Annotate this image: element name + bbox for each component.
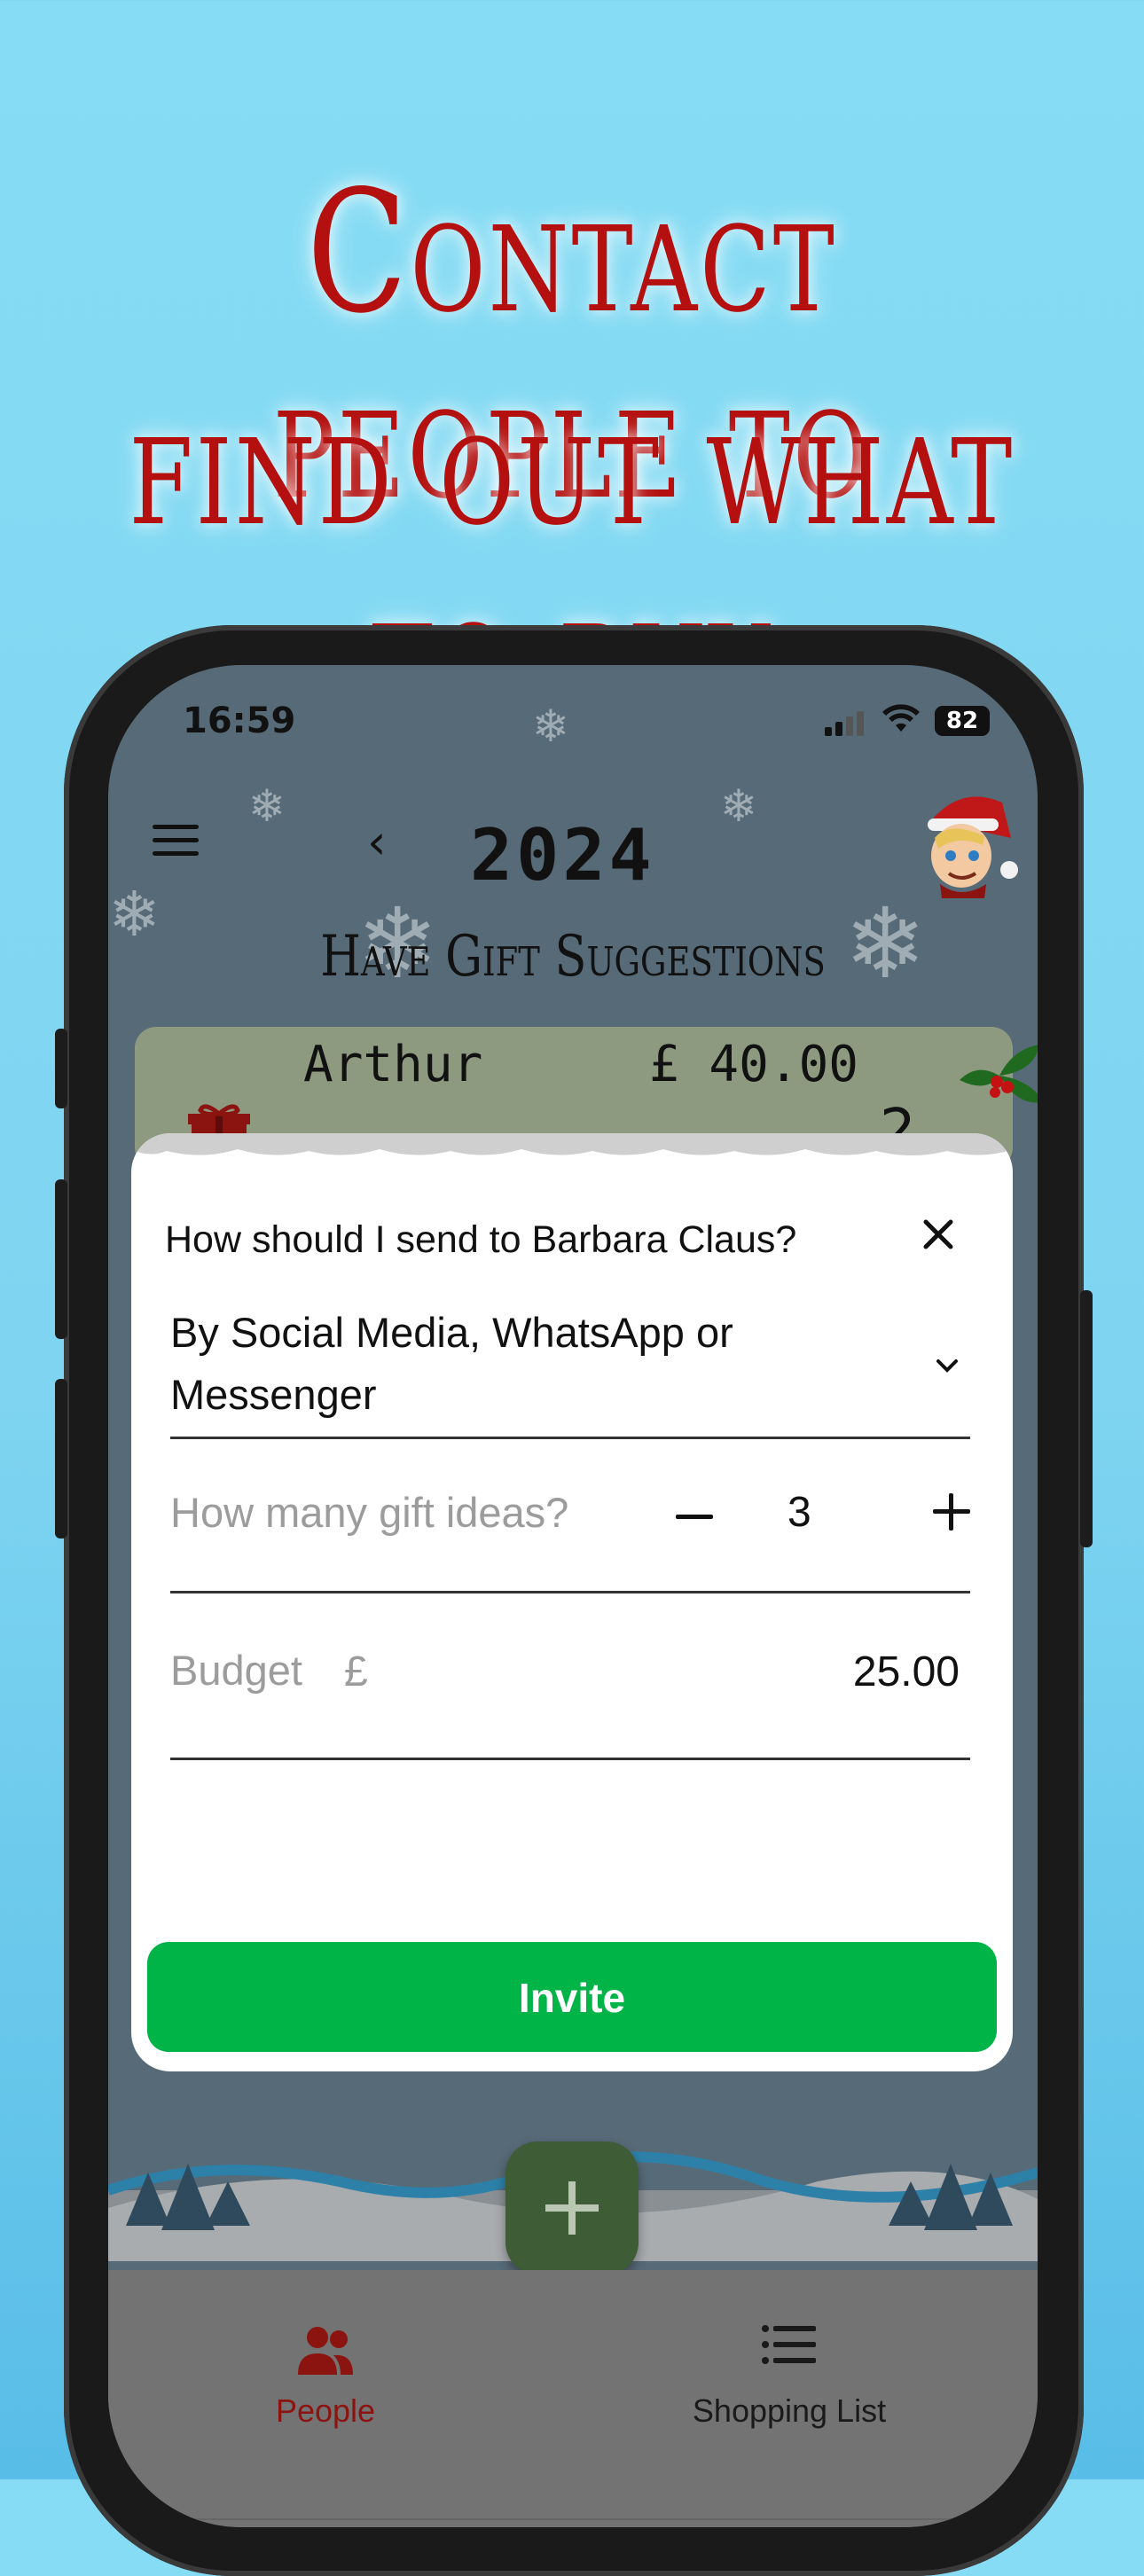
elf-avatar[interactable] — [913, 785, 1020, 900]
snow-border — [131, 1133, 1013, 1169]
divider — [170, 1437, 970, 1439]
invite-button[interactable]: Invite — [147, 1942, 997, 2052]
tab-shopping-label: Shopping List — [692, 2392, 887, 2429]
budget-label: Budget — [170, 1647, 302, 1694]
previous-year-button[interactable]: ‹ — [367, 814, 387, 870]
snowflake-icon: ❄ — [108, 878, 161, 951]
budget-input[interactable]: 25.00 — [853, 1648, 960, 1696]
people-icon — [148, 2323, 503, 2385]
tab-people-label: People — [275, 2392, 376, 2429]
phone-side-button — [1080, 1290, 1093, 1547]
list-icon — [612, 2323, 967, 2385]
tab-people[interactable]: People — [148, 2323, 503, 2430]
chevron-down-icon[interactable] — [929, 1348, 965, 1383]
phone-side-button — [55, 1179, 67, 1339]
decrement-button[interactable] — [672, 1495, 717, 1539]
status-time: 16:59 — [183, 701, 296, 741]
holly-icon — [951, 1027, 1038, 1124]
gift-ideas-label: How many gift ideas? — [170, 1489, 569, 1536]
currency-symbol: £ — [344, 1648, 368, 1695]
wifi-icon — [882, 702, 921, 741]
snowflake-icon: ❄ — [248, 780, 286, 832]
menu-icon[interactable] — [153, 825, 199, 865]
cellular-signal-icon — [825, 711, 867, 736]
close-icon[interactable] — [912, 1208, 965, 1261]
divider — [170, 1758, 970, 1760]
send-method-select[interactable]: By Social Media, WhatsApp or Messenger — [170, 1302, 880, 1426]
person-budget: £ 40.00 — [649, 1036, 859, 1093]
year-title: 2024 — [470, 814, 655, 897]
tab-shopping-list[interactable]: Shopping List — [612, 2323, 967, 2430]
battery-indicator: 82 — [935, 706, 990, 736]
divider — [108, 2518, 1038, 2520]
dialog-title: How should I send to Barbara Claus? — [165, 1218, 797, 1261]
phone-side-button — [55, 1379, 67, 1539]
add-person-button[interactable] — [505, 2141, 639, 2275]
increment-button[interactable] — [929, 1490, 974, 1534]
list-status-subtitle: Have Gift Suggestions — [320, 924, 826, 990]
bottom-tab-bar: People Shopping List — [108, 2270, 1038, 2527]
send-invite-dialog: How should I send to Barbara Claus? By S… — [131, 1133, 1013, 2071]
phone-side-button — [55, 1029, 67, 1108]
snowflake-icon: ❄ — [720, 780, 757, 832]
gift-ideas-value: 3 — [787, 1489, 811, 1536]
divider — [170, 1591, 970, 1593]
person-name: Arthur — [303, 1036, 483, 1093]
status-bar: 16:59 82 — [108, 701, 1038, 754]
